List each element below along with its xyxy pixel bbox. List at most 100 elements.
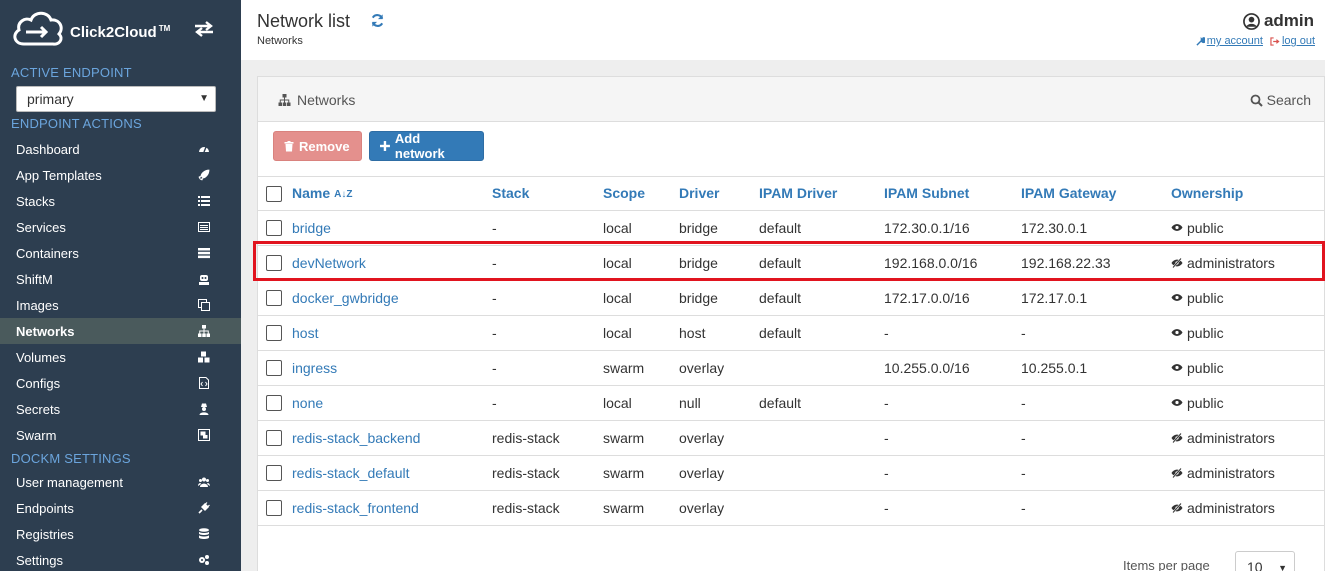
column-header-stack[interactable]: Stack [492,177,603,211]
table-row: docker_gwbridge - local bridge default 172.17… [258,280,1324,316]
row-checkbox[interactable] [266,255,282,272]
column-header-driver[interactable]: Driver [679,177,759,211]
username: admin [1263,11,1314,30]
column-header-name[interactable]: Name A↓Z [292,177,492,211]
table-header-row: Name A↓Z Stack Scope Driver IPAM Driver I… [258,177,1324,211]
sidebar-item-user-management[interactable]: User management [0,469,241,495]
sidebar-item-shiftm[interactable]: ShiftM [0,266,241,292]
items-per-page-select[interactable]: 10 ▼ [1235,551,1295,571]
sort-alpha-icon: A↓Z [334,189,353,201]
remove-button[interactable]: Remove [273,131,362,161]
actions-bar: Remove Add network [258,122,1324,177]
search-button[interactable]: Search [1250,92,1311,108]
cell-ipam-gateway: 192.168.22.33 [1021,245,1171,281]
cell-driver: overlay [679,350,759,386]
sidebar-item-networks[interactable]: Networks [0,318,241,344]
table-row: host - local host default - - public [258,315,1324,351]
cell-ipam-gateway: - [1021,385,1171,421]
sidebar-item-volumes[interactable]: Volumes [0,344,241,370]
table-row: devNetwork - local bridge default 192.168.0.0… [258,245,1324,281]
row-select-cell [258,385,292,421]
sidebar-item-services[interactable]: Services [0,214,241,240]
sidebar-item-images[interactable]: Images [0,292,241,318]
breadcrumb: Networks [257,35,303,47]
sidebar-item-settings[interactable]: Settings [0,547,241,571]
network-name-link[interactable]: host [292,325,318,341]
sidebar-item-secrets[interactable]: Secrets [0,396,241,422]
cell-driver: bridge [679,210,759,246]
row-checkbox[interactable] [266,290,282,307]
cell-ownership: public [1171,385,1324,421]
cell-ownership: public [1171,350,1324,386]
row-checkbox[interactable] [266,220,282,237]
cell-driver: overlay [679,455,759,491]
cell-ipam-driver: default [759,245,884,281]
column-header-ipam-gateway[interactable]: IPAM Gateway [1021,177,1171,211]
column-header-ipam-subnet[interactable]: IPAM Subnet [884,177,1021,211]
sidebar: Click2Cloud TM ACTIVE ENDPOINT primary ▼ … [0,0,241,571]
sidebar-item-app-templates[interactable]: App Templates [0,162,241,188]
network-name-link[interactable]: redis-stack_default [292,465,410,481]
network-name-link[interactable]: none [292,395,323,411]
cell-scope: local [603,245,679,281]
active-endpoint-title: ACTIVE ENDPOINT [11,65,132,80]
cell-name: host [292,315,492,351]
cell-ipam-gateway: - [1021,420,1171,456]
row-select-cell [258,245,292,281]
cell-ownership: public [1171,210,1324,246]
cell-ipam-subnet: - [884,420,1021,456]
row-checkbox[interactable] [266,465,282,482]
cell-scope: local [603,280,679,316]
cell-stack: - [492,315,603,351]
log-out-link[interactable]: log out [1270,35,1315,47]
sidebar-item-configs[interactable]: Configs [0,370,241,396]
cell-driver: null [679,385,759,421]
panel-header: Networks Search [258,77,1324,122]
select-all-checkbox[interactable] [266,185,282,202]
cell-ipam-subnet: 172.30.0.1/16 [884,210,1021,246]
row-checkbox[interactable] [266,500,282,517]
column-header-ipam-driver[interactable]: IPAM Driver [759,177,884,211]
network-name-link[interactable]: bridge [292,220,331,236]
row-select-cell [258,280,292,316]
sidebar-item-containers[interactable]: Containers [0,240,241,266]
add-network-button[interactable]: Add network [369,131,484,161]
user-circle-icon [1243,12,1260,30]
column-header-ownership[interactable]: Ownership [1171,177,1324,211]
server-icon [198,248,210,259]
column-header-scope[interactable]: Scope [603,177,679,211]
cell-scope: local [603,385,679,421]
network-name-link[interactable]: devNetwork [292,255,366,271]
cell-name: none [292,385,492,421]
cell-stack: - [492,280,603,316]
network-name-link[interactable]: redis-stack_backend [292,430,420,446]
logo[interactable]: Click2Cloud TM [10,8,170,48]
row-checkbox[interactable] [266,325,282,342]
select-all-cell [258,177,292,211]
cell-ipam-subnet: 172.17.0.0/16 [884,280,1021,316]
cell-stack: - [492,245,603,281]
cell-ipam-driver [759,420,884,456]
row-checkbox[interactable] [266,430,282,447]
endpoint-select[interactable]: primary ▼ [16,86,216,112]
exchange-icon[interactable] [193,21,215,37]
network-name-link[interactable]: redis-stack_frontend [292,500,419,516]
sidebar-item-endpoints[interactable]: Endpoints [0,495,241,521]
sidebar-item-swarm[interactable]: Swarm [0,422,241,448]
my-account-link[interactable]: my account [1196,35,1263,47]
cell-stack: - [492,350,603,386]
dashboard-icon [199,146,209,153]
network-name-link[interactable]: ingress [292,360,337,376]
sidebar-item-stacks[interactable]: Stacks [0,188,241,214]
row-checkbox[interactable] [266,395,282,412]
cell-ipam-subnet: - [884,455,1021,491]
network-name-link[interactable]: docker_gwbridge [292,290,399,306]
robot-icon [199,275,209,285]
list-alt-icon [198,222,210,232]
refresh-icon[interactable] [370,13,385,28]
cell-driver: bridge [679,245,759,281]
row-checkbox[interactable] [266,360,282,377]
sidebar-item-registries[interactable]: Registries [0,521,241,547]
sitemap-icon [198,325,210,337]
sidebar-item-dashboard[interactable]: Dashboard [0,136,241,162]
